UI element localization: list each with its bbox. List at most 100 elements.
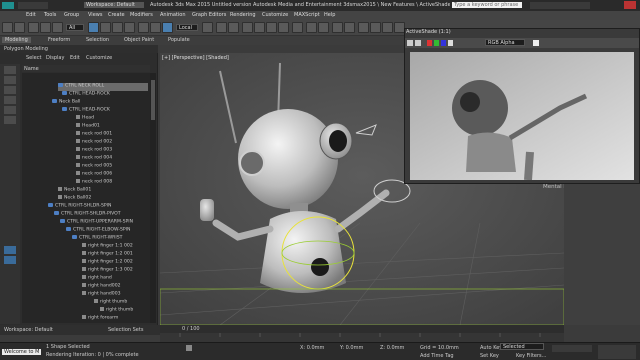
3dsmax-logo-icon[interactable] xyxy=(2,2,14,9)
channel-dropdown[interactable]: RGB Alpha xyxy=(485,39,525,46)
tree-row[interactable]: CTRL RIGHT-SHLDR-SPIN xyxy=(48,203,111,211)
hierarchy-icon[interactable] xyxy=(4,256,16,264)
visibility-icon[interactable] xyxy=(58,83,63,87)
maximize-icon[interactable] xyxy=(612,1,620,9)
rectangle-selection-icon[interactable] xyxy=(112,22,123,33)
select-move-icon[interactable] xyxy=(138,22,149,33)
visibility-icon[interactable] xyxy=(48,203,53,207)
close-icon[interactable] xyxy=(624,1,636,9)
menu-help[interactable]: Help xyxy=(324,12,335,18)
tree-row[interactable]: CTRL RIGHT-ELBOW-SPIN xyxy=(66,227,130,235)
filter-shapes-icon[interactable] xyxy=(4,76,16,84)
set-key-button[interactable]: Set Key xyxy=(480,353,499,359)
snaps-toggle-icon[interactable] xyxy=(242,22,253,33)
search-input[interactable]: Type a keyword or phrase xyxy=(452,2,522,8)
window-crossing-icon[interactable] xyxy=(124,22,135,33)
red-channel-icon[interactable] xyxy=(427,40,432,46)
visibility-icon[interactable] xyxy=(52,99,57,103)
tab-populate[interactable]: Populate xyxy=(168,37,190,43)
tree-row[interactable]: neck rod 006 xyxy=(76,171,112,179)
visibility-icon[interactable] xyxy=(72,235,77,239)
visibility-icon[interactable] xyxy=(66,227,71,231)
tree-row[interactable]: CTRL HEAD-ROCK xyxy=(62,107,110,115)
alpha-channel-icon[interactable] xyxy=(448,40,453,46)
tab-selection[interactable]: Selection xyxy=(86,37,109,43)
display-toggle-icon[interactable] xyxy=(533,40,539,46)
workspace-label[interactable]: Workspace: Default xyxy=(4,327,53,333)
tree-row[interactable]: neck rod 004 xyxy=(76,155,112,163)
tree-row[interactable]: Neck Ball01 xyxy=(58,187,91,195)
green-channel-icon[interactable] xyxy=(434,40,439,46)
tree-row[interactable]: CTRL RIGHT-SHLDR-PIVOT xyxy=(54,211,121,219)
link-icon[interactable] xyxy=(28,22,39,33)
filter-lights-icon[interactable] xyxy=(4,86,16,94)
graphite-toolbar-icon[interactable] xyxy=(344,22,355,33)
minimize-icon[interactable] xyxy=(600,1,608,9)
blue-channel-icon[interactable] xyxy=(441,40,446,46)
maxscript-listener[interactable]: Welcome to M xyxy=(2,349,42,355)
tree-row[interactable]: right hand003 xyxy=(82,291,121,299)
bind-spacewarp-icon[interactable] xyxy=(52,22,63,33)
quick-access-toolbar[interactable] xyxy=(18,2,48,9)
x-coordinate[interactable]: X: 0.0mm xyxy=(300,345,324,351)
save-image-icon[interactable] xyxy=(407,40,413,46)
menu-graph-editors[interactable]: Graph Editors xyxy=(192,12,226,18)
tree-row[interactable]: Neck Ball02 xyxy=(58,195,91,203)
menu-customize[interactable]: Customize xyxy=(262,12,288,18)
select-by-name-icon[interactable] xyxy=(100,22,111,33)
selection-sets-label[interactable]: Selection Sets xyxy=(108,327,143,333)
filter-geometry-icon[interactable] xyxy=(4,66,16,74)
visibility-icon[interactable] xyxy=(62,91,67,95)
spinner-snap-icon[interactable] xyxy=(278,22,289,33)
percent-snap-icon[interactable] xyxy=(266,22,277,33)
explorer-menu-edit[interactable]: Edit xyxy=(70,55,80,61)
tab-modeling[interactable]: Modeling xyxy=(2,37,31,43)
tree-row[interactable]: right hand xyxy=(82,275,112,283)
schematic-view-icon[interactable] xyxy=(370,22,381,33)
ref-coord-dropdown[interactable]: Local xyxy=(176,24,198,31)
align-icon[interactable] xyxy=(318,22,329,33)
menu-tools[interactable]: Tools xyxy=(44,12,56,18)
viewport-navigation-icons[interactable] xyxy=(598,345,636,359)
tree-row[interactable]: right hand002 xyxy=(82,283,121,291)
explorer-menu-select[interactable]: Select xyxy=(26,55,41,61)
tree-row[interactable]: right finger 1:2 001 xyxy=(82,251,133,259)
z-coordinate[interactable]: Z: 0.0mm xyxy=(380,345,404,351)
menu-modifiers[interactable]: Modifiers xyxy=(130,12,153,18)
auto-key-button[interactable]: Auto Key xyxy=(480,345,502,351)
select-object-icon[interactable] xyxy=(88,22,99,33)
tree-row[interactable]: right thumb xyxy=(94,299,127,307)
tree-row[interactable]: CTRL NECK ROLL xyxy=(58,83,148,91)
tab-freeform[interactable]: Freeform xyxy=(48,37,70,43)
tree-row[interactable]: Neck Ball xyxy=(52,99,80,107)
tree-row[interactable]: neck rod 005 xyxy=(76,163,112,171)
select-manipulate-icon[interactable] xyxy=(216,22,227,33)
tree-row[interactable]: CTRL RIGHT-UPPERARM-SPIN xyxy=(60,219,133,227)
visibility-icon[interactable] xyxy=(62,107,67,111)
filter-spacewarps-icon[interactable] xyxy=(4,116,16,124)
viewport-label[interactable]: [+] [Perspective] [Shaded] xyxy=(162,55,229,61)
mirror-icon[interactable] xyxy=(306,22,317,33)
tree-row[interactable]: neck rod 008 xyxy=(76,179,112,187)
command-panel[interactable] xyxy=(564,184,640,325)
copy-image-icon[interactable] xyxy=(415,40,421,46)
key-mode-dropdown[interactable]: Selected xyxy=(500,343,544,350)
tree-row[interactable]: neck rod 002 xyxy=(76,139,112,147)
tree-scrollbar-thumb[interactable] xyxy=(151,80,155,120)
undo-icon[interactable] xyxy=(2,22,13,33)
time-slider[interactable] xyxy=(160,325,564,333)
tree-row[interactable]: right finger 1:1 002 xyxy=(82,243,133,251)
filter-helpers-icon[interactable] xyxy=(4,106,16,114)
selection-filter-dropdown[interactable]: All xyxy=(66,24,84,31)
playback-controls[interactable] xyxy=(552,345,592,352)
tree-row[interactable]: Head xyxy=(76,115,94,123)
tree-row[interactable]: right finger 1:2 002 xyxy=(82,259,133,267)
tree-row[interactable]: neck rod 001 xyxy=(76,131,112,139)
layer-icon[interactable] xyxy=(4,246,16,254)
curve-editor-icon[interactable] xyxy=(358,22,369,33)
key-filters-button[interactable]: Key Filters... xyxy=(516,353,546,359)
menu-rendering[interactable]: Rendering xyxy=(230,12,256,18)
named-selection-icon[interactable] xyxy=(292,22,303,33)
workspace-dropdown[interactable]: Workspace: Default xyxy=(84,2,144,8)
menu-maxscript[interactable]: MAXScript xyxy=(294,12,320,18)
